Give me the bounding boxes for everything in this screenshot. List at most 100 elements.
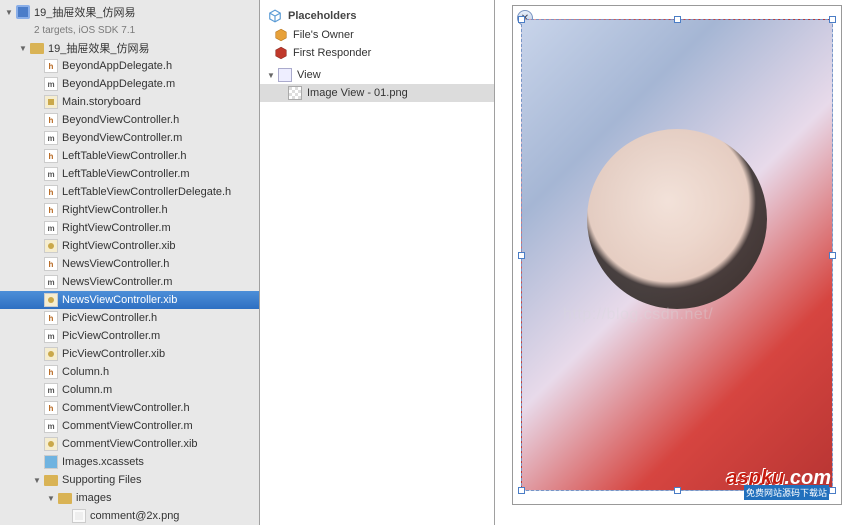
- disclosure-icon: [32, 115, 42, 125]
- nav-item[interactable]: hLeftTableViewController.h: [0, 147, 259, 165]
- nav-item[interactable]: hCommentViewController.h: [0, 399, 259, 417]
- nav-item[interactable]: mCommentViewController.m: [0, 417, 259, 435]
- nav-item[interactable]: h PicViewController.h: [0, 309, 259, 327]
- project-navigator[interactable]: 19_抽屉效果_仿网易2 targets, iOS SDK 7.119_抽屉效果…: [0, 0, 260, 525]
- disclosure-icon[interactable]: [266, 70, 276, 80]
- resize-handle[interactable]: [518, 252, 525, 259]
- nav-item-label: RightViewController.m: [62, 222, 171, 234]
- disclosure-icon: [32, 151, 42, 161]
- disclosure-icon: [32, 331, 42, 341]
- resize-handle[interactable]: [518, 487, 525, 494]
- nav-item[interactable]: comment@2x.png: [0, 507, 259, 525]
- disclosure-icon[interactable]: [32, 475, 42, 485]
- resize-handle[interactable]: [674, 487, 681, 494]
- disclosure-icon[interactable]: [18, 43, 28, 53]
- nav-item[interactable]: mBeyondViewController.m: [0, 129, 259, 147]
- view-label: View: [297, 69, 321, 81]
- nav-item-label: images: [76, 492, 111, 504]
- disclosure-icon: [32, 187, 42, 197]
- disclosure-icon: [60, 511, 70, 521]
- nav-item[interactable]: mLeftTableViewController.m: [0, 165, 259, 183]
- m-icon: m: [44, 329, 58, 343]
- nav-item-label: PicViewController.m: [62, 330, 160, 342]
- h-icon: h: [44, 257, 58, 271]
- placeholders-label: Placeholders: [288, 10, 356, 22]
- nav-item[interactable]: Supporting Files: [0, 471, 259, 489]
- xib-icon: [44, 437, 58, 451]
- nav-item-label: Images.xcassets: [62, 456, 144, 468]
- m-icon: m: [44, 383, 58, 397]
- imageview-icon: [288, 86, 302, 100]
- m-icon: m: [44, 167, 58, 181]
- nav-item[interactable]: CommentViewController.xib: [0, 435, 259, 453]
- cube-icon: [268, 9, 282, 23]
- xib-icon: [44, 239, 58, 253]
- nav-item[interactable]: Main.storyboard: [0, 93, 259, 111]
- h-icon: h: [44, 113, 58, 127]
- view-frame[interactable]: ✕ http://blog.csdn.net/ aspku.com 免费网站源码…: [512, 5, 842, 505]
- nav-item-label: Column.h: [62, 366, 109, 378]
- nav-item[interactable]: m RightViewController.m: [0, 219, 259, 237]
- disclosure-icon: [32, 385, 42, 395]
- nav-item[interactable]: hLeftTableViewControllerDelegate.h: [0, 183, 259, 201]
- nav-item[interactable]: m Column.m: [0, 381, 259, 399]
- view-item[interactable]: View: [260, 66, 494, 84]
- owner-icon: [274, 28, 288, 42]
- nav-item[interactable]: mBeyondAppDelegate.m: [0, 75, 259, 93]
- nav-item[interactable]: RightViewController.xib: [0, 237, 259, 255]
- disclosure-icon: [32, 205, 42, 215]
- nav-item[interactable]: hBeyondAppDelegate.h: [0, 57, 259, 75]
- nav-item-label: RightViewController.xib: [62, 240, 176, 252]
- h-icon: h: [44, 365, 58, 379]
- nav-item[interactable]: m PicViewController.m: [0, 327, 259, 345]
- nav-item-label: PicViewController.h: [62, 312, 157, 324]
- disclosure-icon[interactable]: [46, 493, 56, 503]
- m-icon: m: [44, 221, 58, 235]
- h-icon: h: [44, 311, 58, 325]
- nav-item[interactable]: PicViewController.xib: [0, 345, 259, 363]
- storyboard-icon: [44, 95, 58, 109]
- resize-handle[interactable]: [518, 16, 525, 23]
- nav-item[interactable]: images: [0, 489, 259, 507]
- disclosure-icon[interactable]: [4, 7, 14, 17]
- interface-builder-canvas[interactable]: ✕ http://blog.csdn.net/ aspku.com 免费网站源码…: [495, 0, 859, 525]
- disclosure-icon: [32, 421, 42, 431]
- folder-icon: [58, 491, 72, 505]
- nav-item[interactable]: h BeyondViewController.h: [0, 111, 259, 129]
- nav-item-label: RightViewController.h: [62, 204, 168, 216]
- resize-handle[interactable]: [674, 16, 681, 23]
- document-outline[interactable]: Placeholders File's Owner First Responde…: [260, 0, 495, 525]
- folder-icon: [44, 473, 58, 487]
- nav-item[interactable]: Images.xcassets: [0, 453, 259, 471]
- nav-item[interactable]: hNewsViewController.h: [0, 255, 259, 273]
- disclosure-icon: [32, 403, 42, 413]
- resize-handle[interactable]: [829, 252, 836, 259]
- view-icon: [278, 68, 292, 82]
- nav-item[interactable]: NewsViewController.xib: [0, 291, 259, 309]
- nav-item-label: LeftTableViewControllerDelegate.h: [62, 186, 231, 198]
- imageview-label: Image View - 01.png: [307, 87, 408, 99]
- nav-item-label: BeyondViewController.h: [62, 114, 179, 126]
- nav-item-label: LeftTableViewController.h: [62, 150, 187, 162]
- nav-item-label: BeyondAppDelegate.h: [62, 60, 172, 72]
- resize-handle[interactable]: [829, 16, 836, 23]
- nav-item[interactable]: mNewsViewController.m: [0, 273, 259, 291]
- first-responder-item[interactable]: First Responder: [260, 44, 494, 62]
- nav-item[interactable]: h Column.h: [0, 363, 259, 381]
- disclosure-icon: [32, 277, 42, 287]
- nav-item[interactable]: 19_抽屉效果_仿网易: [0, 39, 259, 57]
- placeholders-header: Placeholders: [260, 6, 494, 26]
- disclosure-icon: [32, 457, 42, 467]
- xib-icon: [44, 293, 58, 307]
- nav-item[interactable]: hRightViewController.h: [0, 201, 259, 219]
- project-icon: [16, 5, 30, 19]
- files-owner-item[interactable]: File's Owner: [260, 26, 494, 44]
- image-view-content[interactable]: [521, 19, 833, 491]
- m-icon: m: [44, 275, 58, 289]
- nav-subtitle: 2 targets, iOS SDK 7.1: [0, 21, 259, 39]
- nav-item[interactable]: 19_抽屉效果_仿网易: [0, 3, 259, 21]
- png-icon: [72, 509, 86, 523]
- nav-item-label: Column.m: [62, 384, 112, 396]
- nav-item-label: Supporting Files: [62, 474, 142, 486]
- imageview-item[interactable]: Image View - 01.png: [260, 84, 494, 102]
